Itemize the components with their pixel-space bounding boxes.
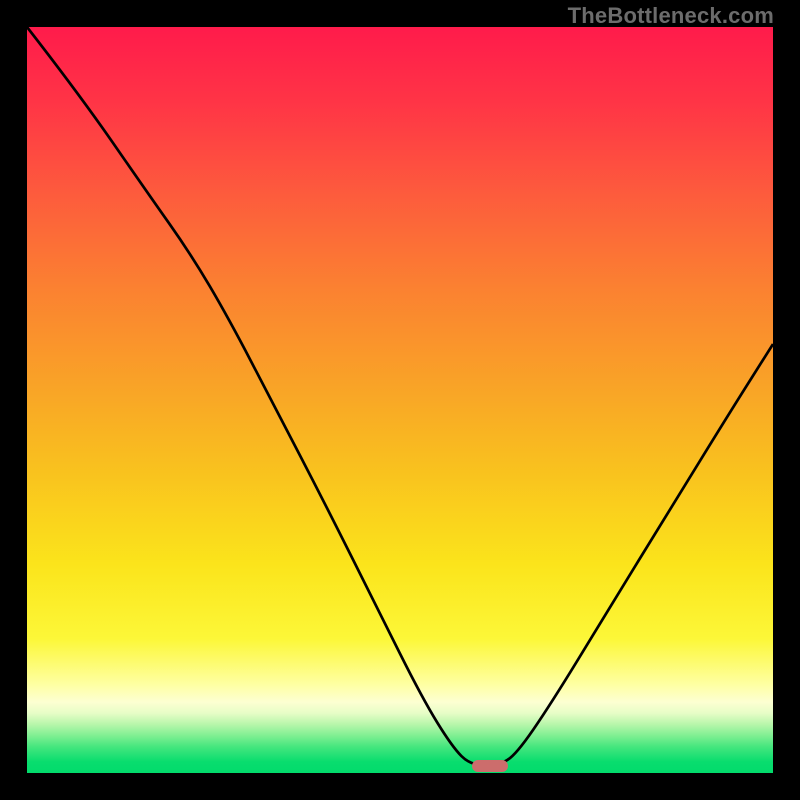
watermark-text: TheBottleneck.com (568, 3, 774, 29)
gradient-plot-area (27, 27, 773, 773)
optimum-marker (472, 760, 508, 772)
chart-frame: TheBottleneck.com (0, 0, 800, 800)
